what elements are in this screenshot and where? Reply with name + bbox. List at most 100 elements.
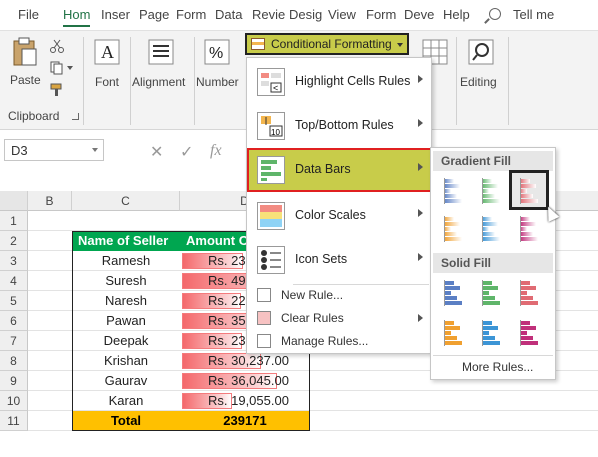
row-header[interactable]: 5 [0, 291, 28, 311]
tab-design[interactable]: Desig [289, 7, 322, 22]
swatch-bar [520, 194, 533, 198]
tab-data[interactable]: Data [215, 7, 242, 22]
gradient-fill-swatch[interactable] [514, 176, 544, 206]
tab-insert[interactable]: Inser [101, 7, 130, 22]
search-icon [468, 39, 494, 65]
swatch-bar [444, 232, 457, 236]
number-button[interactable]: % Number [196, 37, 242, 99]
row-header[interactable]: 2 [0, 231, 28, 251]
menu-item-color-scales[interactable]: Color Scales [247, 194, 433, 238]
swatch-bar [520, 237, 538, 241]
gradient-fill-swatch[interactable] [438, 214, 468, 244]
swatch-bar [444, 321, 454, 325]
svg-text:10: 10 [271, 128, 280, 137]
swatch-bar [482, 232, 495, 236]
select-all-corner[interactable] [0, 191, 28, 211]
swatch-bar [482, 321, 492, 325]
swatch-bar [482, 179, 492, 183]
menu-item-clear-rules[interactable]: Clear Rules [247, 307, 433, 329]
swatch-bar [482, 227, 489, 231]
tab-file[interactable]: File [18, 7, 39, 22]
tab-format[interactable]: Form [366, 7, 396, 22]
gradient-fill-swatch[interactable] [438, 176, 468, 206]
row-header[interactable]: 4 [0, 271, 28, 291]
copy-icon[interactable] [50, 61, 64, 75]
editing-button[interactable]: Editing [458, 37, 504, 99]
swatch-bar [520, 222, 536, 226]
solid-fill-swatch[interactable] [476, 278, 506, 308]
name-box[interactable]: D3 [4, 139, 104, 161]
swatch-bar [444, 179, 454, 183]
swatch-bar [520, 291, 527, 295]
swatch-bar [482, 286, 498, 290]
copy-dropdown-arrow[interactable] [67, 66, 73, 70]
alignment-label: Alignment [132, 75, 186, 89]
column-header-c[interactable]: C [72, 191, 180, 211]
tab-home[interactable]: Hom [63, 7, 91, 27]
column-header-b[interactable]: B [28, 191, 72, 211]
solid-fill-swatch[interactable] [514, 318, 544, 348]
solid-fill-swatch[interactable] [476, 318, 506, 348]
swatch-bar [444, 301, 462, 305]
tab-review[interactable]: Revie [252, 7, 285, 22]
swatch-bar [520, 296, 533, 300]
gradient-fill-swatch[interactable] [476, 214, 506, 244]
tab-formulas[interactable]: Form [176, 7, 206, 22]
row-header[interactable]: 8 [0, 351, 28, 371]
swatch-bar [482, 331, 489, 335]
name-box-dropdown-icon[interactable] [92, 148, 98, 152]
swatch-bar [444, 222, 460, 226]
row-header[interactable]: 3 [0, 251, 28, 271]
row-header[interactable]: 10 [0, 391, 28, 411]
more-rules-link[interactable]: More Rules... [462, 360, 533, 374]
swatch-axis [482, 320, 483, 346]
swatch-bar [520, 331, 527, 335]
icon-sets-icon [257, 246, 285, 274]
color-scales-icon [257, 202, 285, 230]
editing-label: Editing [460, 75, 497, 89]
cancel-icon[interactable]: ✕ [150, 142, 163, 162]
swatch-bar [520, 301, 538, 305]
row-header[interactable]: 11 [0, 411, 28, 431]
swatch-bar [444, 237, 462, 241]
solid-fill-swatch[interactable] [438, 278, 468, 308]
swatch-bar [520, 199, 538, 203]
conditional-formatting-button[interactable]: Conditional Formatting [245, 33, 409, 55]
row-header[interactable]: 7 [0, 331, 28, 351]
format-painter-icon[interactable] [50, 83, 64, 97]
menu-item-new-rule[interactable]: New Rule... [247, 284, 433, 306]
swatch-bar [520, 281, 530, 285]
gradient-fill-header: Gradient Fill [433, 151, 553, 171]
cut-icon[interactable] [50, 39, 64, 53]
tell-me-search[interactable]: Tell me [513, 7, 554, 22]
clipboard-launcher-icon[interactable] [72, 113, 79, 120]
font-button[interactable]: A Font [90, 37, 126, 99]
row-header[interactable]: 1 [0, 211, 28, 231]
row-header[interactable]: 6 [0, 311, 28, 331]
alignment-button[interactable]: Alignment [132, 37, 192, 99]
tab-developer[interactable]: Deve [404, 7, 434, 22]
menu-divider [433, 355, 553, 356]
swatch-axis [482, 280, 483, 306]
swatch-bar [444, 184, 460, 188]
menu-item-manage-rules[interactable]: Manage Rules... [247, 330, 433, 352]
percent-icon: % [204, 39, 230, 65]
tab-help[interactable]: Help [443, 7, 470, 22]
tab-view[interactable]: View [328, 7, 356, 22]
manage-rules-icon [257, 334, 271, 348]
menu-item-highlight-cells-rules[interactable]: < Highlight Cells Rules [247, 60, 433, 104]
gradient-fill-swatch[interactable] [514, 214, 544, 244]
tab-page-layout[interactable]: Page [139, 7, 169, 22]
paste-button[interactable]: Paste [8, 37, 42, 95]
solid-fill-swatch[interactable] [438, 318, 468, 348]
menu-item-data-bars[interactable]: Data Bars [247, 148, 433, 192]
enter-icon[interactable]: ✓ [180, 142, 193, 162]
fx-icon[interactable]: fx [210, 142, 222, 160]
row-header[interactable]: 9 [0, 371, 28, 391]
gradient-fill-swatch[interactable] [476, 176, 506, 206]
menu-item-icon-sets[interactable]: Icon Sets [247, 238, 433, 282]
lightbulb-icon [489, 8, 501, 20]
menu-item-top-bottom-rules[interactable]: 10 Top/Bottom Rules [247, 104, 433, 148]
swatch-bar [444, 194, 457, 198]
solid-fill-swatch[interactable] [514, 278, 544, 308]
